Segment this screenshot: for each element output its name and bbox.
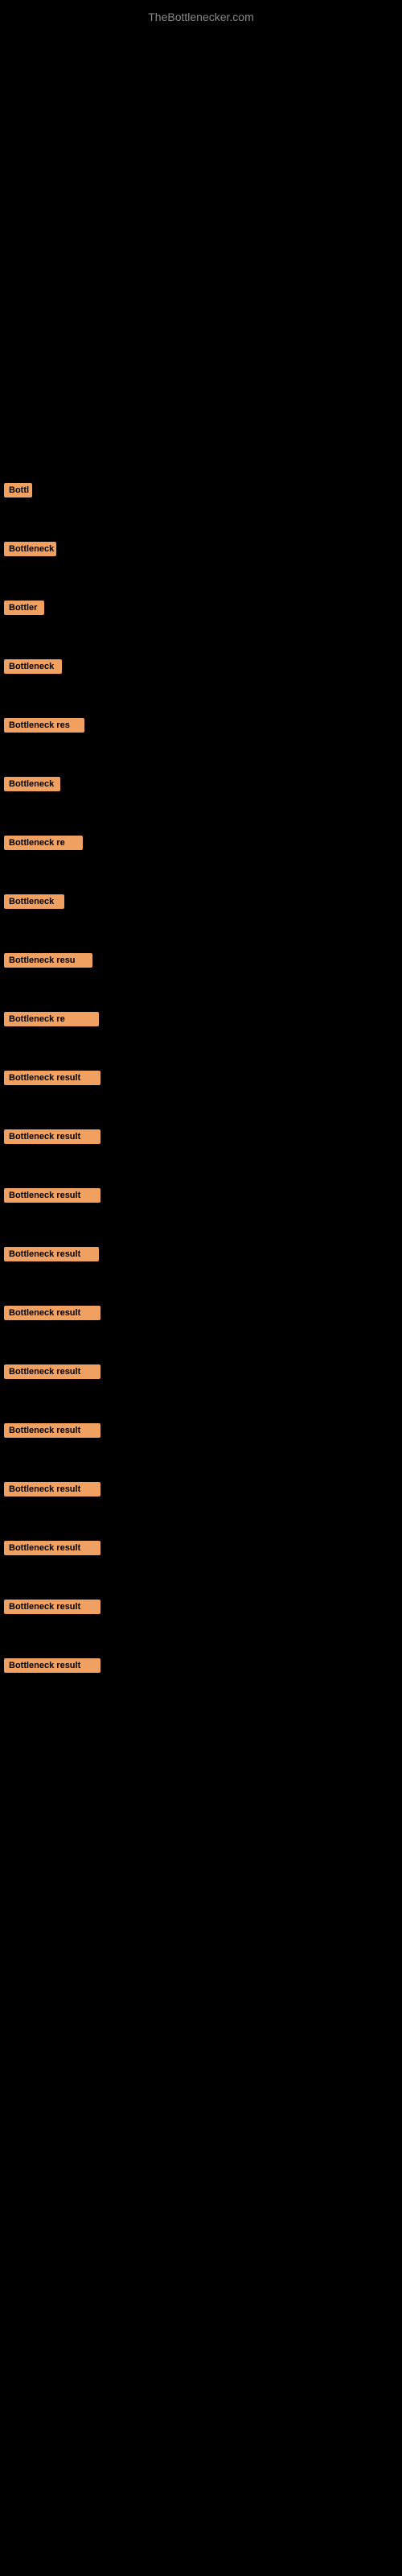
bottleneck-item-8: Bottleneck <box>4 894 64 909</box>
bottleneck-item-15: Bottleneck result <box>4 1306 100 1320</box>
bottleneck-item-18: Bottleneck result <box>4 1482 100 1496</box>
bottleneck-item-3: Bottler <box>4 601 44 615</box>
bottleneck-item-2: Bottleneck <box>4 542 56 556</box>
bottleneck-item-20: Bottleneck result <box>4 1600 100 1614</box>
bottleneck-item-10: Bottleneck re <box>4 1012 99 1026</box>
bottleneck-item-5: Bottleneck res <box>4 718 84 733</box>
bottleneck-item-12: Bottleneck result <box>4 1129 100 1144</box>
bottleneck-item-1: Bottl <box>4 483 32 497</box>
bottleneck-item-7: Bottleneck re <box>4 836 83 850</box>
bottleneck-item-9: Bottleneck resu <box>4 953 92 968</box>
bottleneck-item-13: Bottleneck result <box>4 1188 100 1203</box>
results-container: Bottl Bottleneck Bottler Bottleneck Bott… <box>0 483 241 1681</box>
bottleneck-item-14: Bottleneck result <box>4 1247 99 1261</box>
bottleneck-item-11: Bottleneck result <box>4 1071 100 1085</box>
bottleneck-item-19: Bottleneck result <box>4 1541 100 1555</box>
bottleneck-item-21: Bottleneck result <box>4 1658 100 1673</box>
bottleneck-item-16: Bottleneck result <box>4 1364 100 1379</box>
bottleneck-item-4: Bottleneck <box>4 659 62 674</box>
bottleneck-item-17: Bottleneck result <box>4 1423 100 1438</box>
site-title: TheBottlenecker.com <box>0 4 402 30</box>
bottleneck-item-6: Bottleneck <box>4 777 60 791</box>
